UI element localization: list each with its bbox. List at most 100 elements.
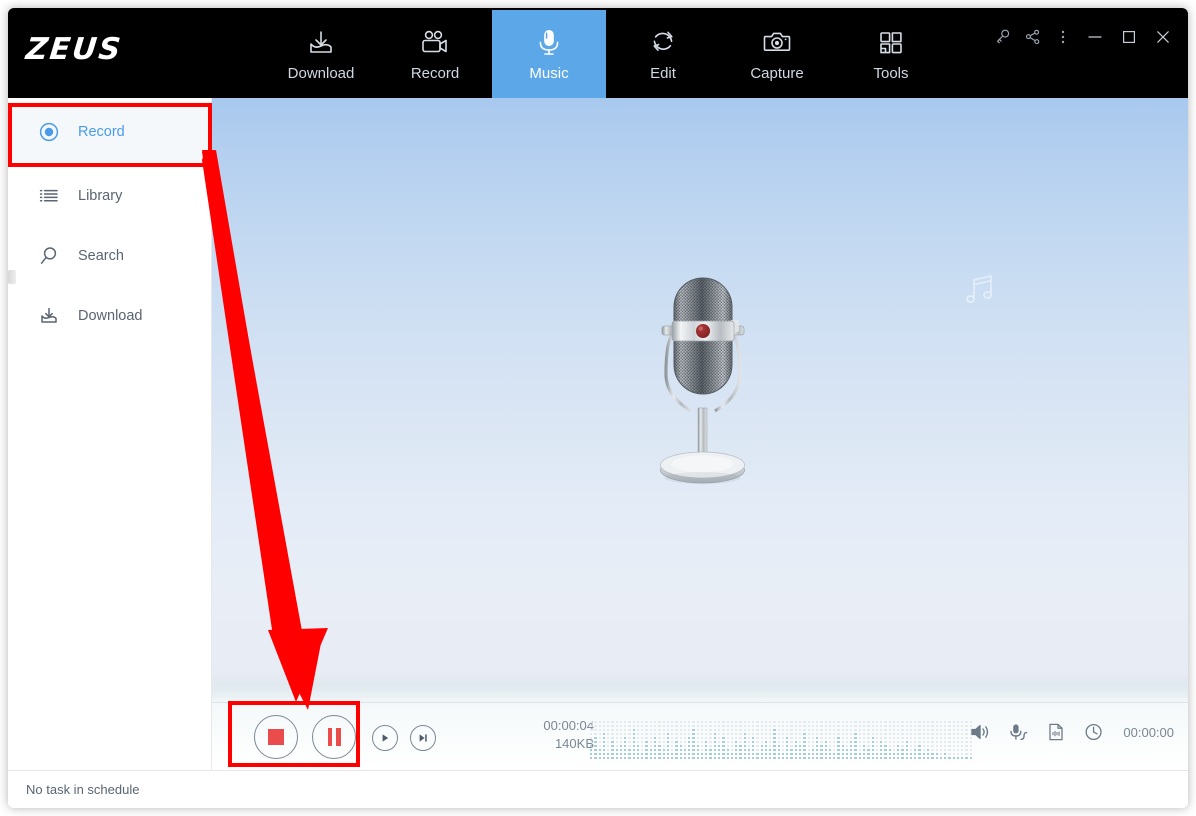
- tab-label: Tools: [873, 65, 909, 82]
- spectrum-bar: [892, 721, 896, 759]
- stop-button[interactable]: [254, 715, 298, 759]
- spectrum-bar: [717, 721, 721, 759]
- spectrum-bar: [961, 721, 964, 759]
- spectrum-bar: [828, 721, 832, 759]
- spectrum-bar: [956, 721, 960, 759]
- spectrum-bar: [662, 721, 665, 759]
- spectrum-bar: [764, 721, 768, 759]
- sidebar-item-search[interactable]: Search: [8, 226, 211, 286]
- tab-download[interactable]: Download: [264, 10, 378, 98]
- spectrum-bar: [590, 721, 593, 759]
- top-navigation-bar: ZEUS Download Record Music Edit Capture …: [8, 8, 1188, 98]
- key-icon[interactable]: [988, 22, 1018, 52]
- spectrum-bar: [854, 721, 857, 759]
- tab-label: Record: [410, 65, 460, 82]
- spectrum-bar: [875, 721, 879, 759]
- minimize-icon[interactable]: [1078, 22, 1112, 52]
- spectrum-bar: [833, 721, 836, 759]
- spectrum-bar: [777, 721, 780, 759]
- sidebar-item-record[interactable]: Record: [8, 102, 211, 162]
- sidebar-item-label: Record: [78, 124, 125, 140]
- spectrum-bar: [922, 721, 925, 759]
- spectrum-bar: [965, 721, 968, 759]
- spectrum-bar: [871, 721, 874, 759]
- sidebar-item-label: Search: [78, 248, 124, 264]
- spectrum-bar: [636, 721, 640, 759]
- spectrum-bar: [773, 721, 776, 759]
- preview-stage: [212, 98, 1188, 770]
- spectrum-bar: [811, 721, 815, 759]
- tab-capture[interactable]: Capture: [720, 10, 834, 98]
- speaker-icon[interactable]: [969, 721, 991, 743]
- sidebar-item-library[interactable]: Library: [8, 166, 211, 226]
- tab-edit[interactable]: Edit: [606, 10, 720, 98]
- sidebar-item-label: Library: [78, 188, 123, 204]
- spectrum-bar: [743, 721, 746, 759]
- playback-control-bar: 00:00:04 140KB 00:00:00: [212, 702, 1188, 770]
- spectrum-bar: [816, 721, 819, 759]
- spectrum-bar: [858, 721, 861, 759]
- spectrum-bar: [880, 721, 883, 759]
- spectrum-bar: [824, 721, 827, 759]
- spectrum-bar: [939, 721, 943, 759]
- spectrum-bar: [624, 721, 627, 759]
- share-icon[interactable]: [1018, 22, 1048, 52]
- spectrum-bar: [914, 721, 917, 759]
- spectrum-bar: [602, 721, 606, 759]
- refresh-circle-icon: [645, 26, 681, 60]
- spectrum-bar: [700, 721, 704, 759]
- spectrum-bar: [794, 721, 798, 759]
- sidebar: Record Library Search Download: [8, 98, 212, 770]
- microphone-input-icon[interactable]: [1007, 721, 1029, 743]
- spectrum-bar: [769, 721, 772, 759]
- spectrum-bar: [713, 721, 716, 759]
- radio-record-icon: [38, 121, 60, 143]
- spectrum-bar: [594, 721, 597, 759]
- spectrum-bar: [658, 721, 661, 759]
- play-triangle-icon: [382, 734, 389, 742]
- grid-squares-icon: [873, 26, 909, 60]
- file-size: 140KB: [554, 736, 594, 751]
- spectrum-bar: [790, 721, 793, 759]
- spectrum-bar: [944, 721, 947, 759]
- tab-record[interactable]: Record: [378, 10, 492, 98]
- status-bar: No task in schedule: [8, 770, 1188, 808]
- window-controls: [988, 20, 1180, 54]
- sidebar-item-label: Download: [78, 308, 143, 324]
- next-button[interactable]: [410, 725, 436, 751]
- spectrum-bar: [641, 721, 644, 759]
- spectrum-bar: [611, 721, 614, 759]
- sidebar-item-download[interactable]: Download: [8, 286, 211, 346]
- recording-info: 00:00:04 140KB: [474, 717, 594, 753]
- spectrum-bar: [884, 721, 887, 759]
- spectrum-bar: [841, 721, 844, 759]
- tab-label: Download: [287, 65, 355, 82]
- spectrum-bar: [931, 721, 934, 759]
- close-icon[interactable]: [1146, 22, 1180, 52]
- status-text: No task in schedule: [26, 782, 140, 797]
- spectrum-bar: [730, 721, 734, 759]
- spectrum-bar: [952, 721, 955, 759]
- audio-file-icon[interactable]: [1045, 721, 1067, 743]
- spectrum-bar: [760, 721, 763, 759]
- spectrum-bar: [739, 721, 742, 759]
- spectrum-bar: [696, 721, 699, 759]
- pause-button[interactable]: [312, 715, 356, 759]
- zeus-window: ZEUS Download Record Music Edit Capture …: [8, 8, 1188, 808]
- window-edge-grabber[interactable]: [8, 270, 16, 284]
- tab-music[interactable]: Music: [492, 10, 606, 98]
- play-button[interactable]: [372, 725, 398, 751]
- download-icon: [38, 305, 60, 327]
- spectrum-bar: [688, 721, 691, 759]
- spectrum-bar: [756, 721, 759, 759]
- tab-tools[interactable]: Tools: [834, 10, 948, 98]
- spectrum-bar: [632, 721, 635, 759]
- clock-icon[interactable]: [1083, 721, 1105, 743]
- more-menu-icon[interactable]: [1048, 22, 1078, 52]
- spectrum-bar: [735, 721, 738, 759]
- spectrum-bar: [888, 721, 891, 759]
- maximize-icon[interactable]: [1112, 22, 1146, 52]
- spectrum-bar: [850, 721, 853, 759]
- control-bar-right-tools: 00:00:00: [969, 721, 1174, 743]
- spectrum-bar: [675, 721, 678, 759]
